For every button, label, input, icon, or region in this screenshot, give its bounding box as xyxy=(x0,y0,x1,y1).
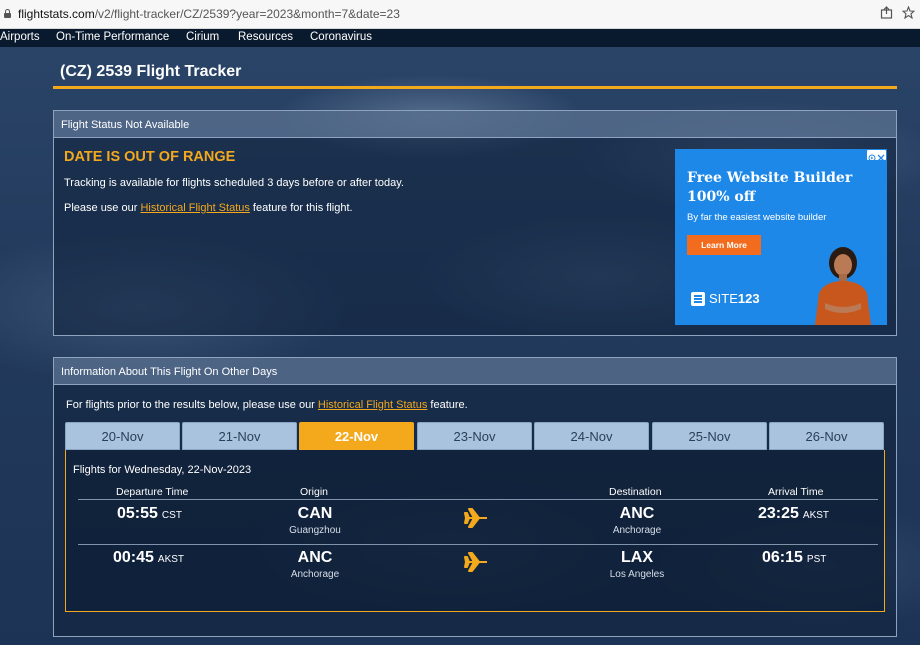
nav-item-coronavirus[interactable]: Coronavirus xyxy=(310,31,372,43)
site-nav: Airports On-Time Performance Cirium Reso… xyxy=(0,29,920,47)
destination-city: Anchorage xyxy=(612,525,662,536)
out-of-range-title: DATE IS OUT OF RANGE xyxy=(64,149,236,165)
departure-timezone: CST xyxy=(161,510,182,521)
col-origin: Origin xyxy=(300,486,329,498)
url-path: /v2/flight-tracker/CZ/2539?year=2023&mon… xyxy=(94,7,400,21)
col-departure-time: Departure Time xyxy=(116,486,189,498)
tab-22-nov[interactable]: 22-Nov xyxy=(299,422,414,450)
url-host: flightstats.com xyxy=(18,7,95,21)
historical-flight-status-link-2[interactable]: Historical Flight Status xyxy=(318,399,427,411)
origin-code: ANC xyxy=(297,549,333,566)
arrival-time-value: 23:25 xyxy=(758,505,799,522)
nav-item-airports[interactable]: Airports xyxy=(0,31,40,43)
origin-city: Guangzhou xyxy=(289,525,341,536)
tab-24-nov[interactable]: 24-Nov xyxy=(534,422,649,450)
ad-banner[interactable]: Free Website Builder 100% off By far the… xyxy=(675,149,887,325)
arrival-timezone: PST xyxy=(806,554,827,565)
ad-brand: SITE123 xyxy=(709,291,760,306)
browser-address-bar: flightstats.com/v2/flight-tracker/CZ/253… xyxy=(0,0,920,29)
departure-timezone: AKST xyxy=(157,554,185,565)
flight-status-panel: Flight Status Not Available DATE IS OUT … xyxy=(53,110,897,336)
tab-21-nov[interactable]: 21-Nov xyxy=(182,422,297,450)
destination-city: Los Angeles xyxy=(609,569,665,580)
ad-learn-more-button[interactable]: Learn More xyxy=(687,235,761,255)
ad-headline: Free Website Builder xyxy=(687,170,853,186)
historical-note: For flights prior to the results below, … xyxy=(66,399,468,411)
arrival-time: 23:25 AKST xyxy=(758,505,829,523)
col-destination: Destination xyxy=(609,486,662,498)
departure-time-value: 00:45 xyxy=(113,549,154,566)
ad-discount: 100% off xyxy=(687,189,756,205)
date-tabs: 20-Nov 21-Nov 22-Nov 23-Nov 24-Nov 25-No… xyxy=(65,422,885,450)
other-days-header: Information About This Flight On Other D… xyxy=(54,358,896,385)
share-icon[interactable] xyxy=(880,6,893,22)
nav-item-resources[interactable]: Resources xyxy=(238,31,293,43)
plane-icon xyxy=(464,508,487,528)
historical-hint-suffix: feature for this flight. xyxy=(249,202,353,214)
destination-code: ANC xyxy=(619,505,655,522)
departure-time-value: 05:55 xyxy=(117,505,158,522)
flights-list: Flights for Wednesday, 22-Nov-2023 Depar… xyxy=(65,450,885,612)
flights-for-date: Flights for Wednesday, 22-Nov-2023 xyxy=(73,464,252,476)
arrival-timezone: AKST xyxy=(802,510,830,521)
flight-status-header: Flight Status Not Available xyxy=(54,111,896,138)
destination-code: LAX xyxy=(621,549,653,566)
ad-person-image xyxy=(815,247,871,325)
tab-25-nov[interactable]: 25-Nov xyxy=(652,422,767,450)
ad-choices-icon[interactable] xyxy=(867,150,886,162)
historical-hint: Please use our Historical Flight Status … xyxy=(64,202,353,214)
row-divider xyxy=(78,544,878,545)
site123-logo-icon xyxy=(691,292,705,306)
tab-26-nov[interactable]: 26-Nov xyxy=(769,422,884,450)
plane-icon xyxy=(464,552,487,572)
ad-brand-suffix: 123 xyxy=(737,291,760,306)
historical-note-prefix: For flights prior to the results below, … xyxy=(66,399,318,411)
nav-item-on-time-performance[interactable]: On-Time Performance xyxy=(56,31,169,43)
other-days-panel: Information About This Flight On Other D… xyxy=(53,357,897,637)
header-divider xyxy=(78,499,878,500)
star-icon[interactable] xyxy=(901,5,916,22)
tab-20-nov[interactable]: 20-Nov xyxy=(65,422,180,450)
lock-icon xyxy=(4,9,11,18)
historical-note-suffix: feature. xyxy=(427,399,468,411)
origin-city: Anchorage xyxy=(290,569,340,580)
title-divider xyxy=(53,86,897,89)
col-arrival-time: Arrival Time xyxy=(768,486,824,498)
historical-flight-status-link[interactable]: Historical Flight Status xyxy=(140,202,249,214)
origin-code: CAN xyxy=(297,505,333,522)
tracking-message: Tracking is available for flights schedu… xyxy=(64,177,404,189)
departure-time: 05:55 CST xyxy=(117,505,182,523)
ad-brand-prefix: SITE xyxy=(709,291,738,306)
arrival-time-value: 06:15 xyxy=(762,549,803,566)
page-title: (CZ) 2539 Flight Tracker xyxy=(60,63,242,80)
ad-subtext: By far the easiest website builder xyxy=(687,212,827,223)
departure-time: 00:45 AKST xyxy=(113,549,184,567)
nav-item-cirium[interactable]: Cirium xyxy=(186,31,219,43)
url-field[interactable]: flightstats.com/v2/flight-tracker/CZ/253… xyxy=(18,7,400,21)
historical-hint-prefix: Please use our xyxy=(64,202,141,214)
arrival-time: 06:15 PST xyxy=(762,549,826,567)
tab-23-nov[interactable]: 23-Nov xyxy=(417,422,532,450)
